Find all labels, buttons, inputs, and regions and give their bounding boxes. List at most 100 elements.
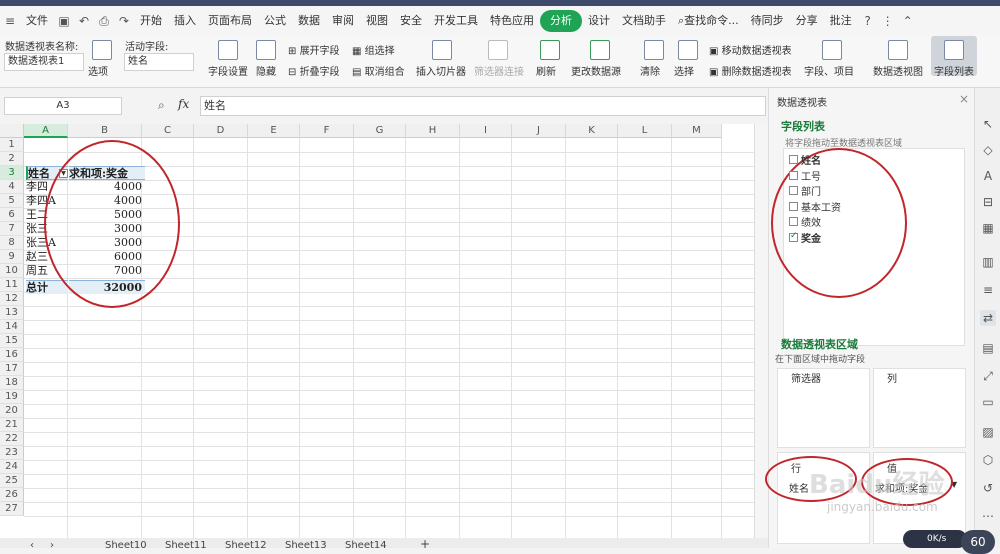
pivot-chart-button[interactable]: 数据透视图 bbox=[873, 63, 923, 78]
column-header[interactable]: J bbox=[512, 124, 566, 138]
more-panel-icon[interactable]: ⋯ bbox=[980, 508, 996, 524]
name-box[interactable]: A3 bbox=[4, 97, 122, 115]
sheet-tab[interactable]: Sheet12 bbox=[225, 540, 267, 548]
hide-button[interactable]: 隐藏 bbox=[256, 63, 276, 78]
help-icon[interactable]: ? bbox=[859, 12, 877, 30]
select-all-corner[interactable] bbox=[0, 124, 24, 138]
zoom-icon[interactable]: ⌕ bbox=[158, 98, 165, 113]
row-header[interactable]: 4 bbox=[0, 180, 24, 194]
field-item[interactable]: 部门 bbox=[789, 183, 821, 198]
field-item[interactable]: 绩效 bbox=[789, 214, 821, 229]
add-sheet-icon[interactable]: + bbox=[420, 538, 430, 548]
document-icon[interactable]: ▤ bbox=[980, 340, 996, 356]
column-header[interactable]: C bbox=[142, 124, 194, 138]
comment-button[interactable]: 批注 bbox=[824, 10, 858, 32]
field-item[interactable]: 基本工资 bbox=[789, 199, 841, 214]
tab-analyze[interactable]: 分析 bbox=[540, 10, 582, 32]
layout-icon[interactable]: ▭ bbox=[980, 394, 996, 410]
row-header[interactable]: 17 bbox=[0, 362, 24, 376]
tab-features[interactable]: 特色应用 bbox=[484, 10, 540, 32]
row-header[interactable]: 12 bbox=[0, 292, 24, 306]
fields-items-button[interactable]: 字段、项目 bbox=[804, 63, 854, 78]
resize-icon[interactable]: ⤢ bbox=[980, 368, 996, 384]
row-header[interactable]: 22 bbox=[0, 432, 24, 446]
pivot-chart-icon[interactable] bbox=[888, 40, 908, 60]
column-header[interactable]: L bbox=[618, 124, 672, 138]
column-header[interactable]: A bbox=[24, 124, 68, 138]
fields-items-icon[interactable] bbox=[822, 40, 842, 60]
refresh-icon[interactable] bbox=[540, 40, 560, 60]
checkbox[interactable] bbox=[789, 186, 798, 195]
field-item[interactable]: 奖金 bbox=[789, 230, 821, 245]
clear-icon[interactable] bbox=[644, 40, 664, 60]
select-icon[interactable] bbox=[678, 40, 698, 60]
shapes-icon[interactable]: ◇ bbox=[980, 142, 996, 158]
sheet-nav-prev-icon[interactable]: ‹ bbox=[30, 540, 34, 548]
select-button[interactable]: 选择 bbox=[674, 63, 694, 78]
row-header[interactable]: 18 bbox=[0, 376, 24, 390]
row-header[interactable]: 26 bbox=[0, 488, 24, 502]
save-icon[interactable]: ▣ bbox=[55, 12, 73, 30]
tab-formula[interactable]: 公式 bbox=[258, 10, 292, 32]
menu-icon[interactable]: ≡ bbox=[1, 12, 19, 30]
row-header[interactable]: 16 bbox=[0, 348, 24, 362]
column-header[interactable]: G bbox=[354, 124, 406, 138]
row-header[interactable]: 13 bbox=[0, 306, 24, 320]
field-settings-button[interactable]: 字段设置 bbox=[208, 63, 248, 78]
column-header[interactable]: E bbox=[248, 124, 300, 138]
hide-icon[interactable] bbox=[256, 40, 276, 60]
row-header[interactable]: 23 bbox=[0, 446, 24, 460]
fx-label[interactable]: fx bbox=[178, 97, 189, 111]
row-header[interactable]: 1 bbox=[0, 138, 24, 152]
field-settings-icon[interactable] bbox=[218, 40, 238, 60]
share-button[interactable]: 分享 bbox=[790, 10, 824, 32]
column-header[interactable]: H bbox=[406, 124, 460, 138]
tab-review[interactable]: 审阅 bbox=[326, 10, 360, 32]
chart-icon[interactable]: ▥ bbox=[980, 254, 996, 270]
row-header[interactable]: 25 bbox=[0, 474, 24, 488]
checkbox[interactable] bbox=[789, 170, 798, 180]
checkbox[interactable] bbox=[789, 231, 798, 242]
file-menu[interactable]: 文件 bbox=[20, 10, 54, 32]
image-icon[interactable]: ▨ bbox=[980, 424, 996, 440]
row-header[interactable]: 9 bbox=[0, 250, 24, 264]
column-header[interactable]: K bbox=[566, 124, 618, 138]
options-button[interactable]: 选项 bbox=[88, 63, 108, 78]
sheet-nav-next-icon[interactable]: › bbox=[50, 540, 54, 548]
collapse-ribbon-icon[interactable]: ⌃ bbox=[899, 12, 917, 30]
clear-button[interactable]: 清除 bbox=[640, 63, 660, 78]
column-header[interactable]: B bbox=[68, 124, 142, 138]
table-icon[interactable]: ▦ bbox=[980, 220, 996, 236]
row-header[interactable]: 5 bbox=[0, 194, 24, 208]
row-header[interactable]: 27 bbox=[0, 502, 24, 516]
row-header[interactable]: 14 bbox=[0, 320, 24, 334]
tab-insert[interactable]: 插入 bbox=[168, 10, 202, 32]
pivot-total-label[interactable]: 总计 bbox=[26, 280, 68, 294]
tab-design[interactable]: 设计 bbox=[582, 10, 616, 32]
tab-data[interactable]: 数据 bbox=[292, 10, 326, 32]
command-search[interactable]: ⌕查找命令... bbox=[672, 10, 745, 32]
checkbox[interactable] bbox=[789, 201, 798, 211]
checkbox[interactable] bbox=[789, 217, 798, 226]
sheet-tab[interactable]: Sheet10 bbox=[105, 540, 147, 548]
sheet-tab[interactable]: Sheet11 bbox=[165, 540, 207, 548]
pointer-icon[interactable]: ↖ bbox=[980, 116, 996, 132]
print-icon[interactable]: ⎙ bbox=[95, 12, 113, 30]
field-item[interactable]: 工号 bbox=[789, 168, 821, 183]
active-field-input[interactable]: 姓名 bbox=[124, 53, 194, 71]
column-header[interactable]: I bbox=[460, 124, 512, 138]
column-header[interactable]: M bbox=[672, 124, 722, 138]
change-source-icon[interactable] bbox=[590, 40, 610, 60]
row-header[interactable]: 3 bbox=[0, 166, 24, 180]
row-header[interactable]: 19 bbox=[0, 390, 24, 404]
row-header[interactable]: 20 bbox=[0, 404, 24, 418]
row-header[interactable]: 15 bbox=[0, 334, 24, 348]
row-header[interactable]: 11 bbox=[0, 278, 24, 292]
insert-slicer-button[interactable]: 插入切片器 bbox=[416, 63, 466, 78]
undo-icon[interactable]: ↶ bbox=[75, 12, 93, 30]
row-header[interactable]: 2 bbox=[0, 152, 24, 166]
spreadsheet-grid[interactable]: ABCDEFGHIJKLM 1 2 3 4 5 6 7 8 9 10 11 12 13 14 15 16 17 1… bbox=[0, 124, 768, 538]
tab-security[interactable]: 安全 bbox=[394, 10, 428, 32]
sync-status[interactable]: 待同步 bbox=[745, 10, 790, 32]
more-icon[interactable]: ⋮ bbox=[879, 12, 897, 30]
